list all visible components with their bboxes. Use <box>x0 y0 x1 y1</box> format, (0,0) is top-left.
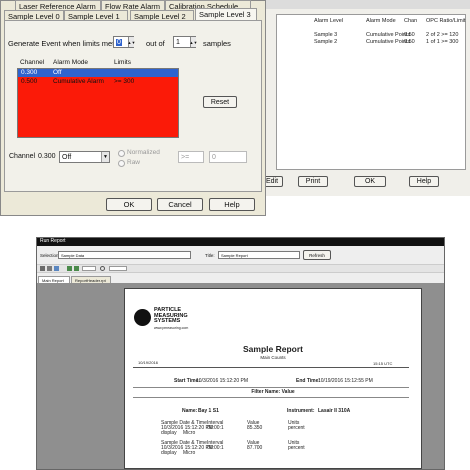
end-time-label: End Time: <box>296 378 321 384</box>
tab-sample-level-3[interactable]: Sample Level 3 <box>195 8 257 20</box>
row-1-channel: 0.300 <box>21 69 38 76</box>
list-window-titlebar <box>256 0 470 9</box>
raw-label: Raw <box>127 159 141 166</box>
samples-label: samples <box>203 39 231 48</box>
limit-input[interactable]: 0 <box>209 151 247 163</box>
name-value: Bay 1 S1 <box>198 408 219 414</box>
block-1-extra-b: Micro <box>183 430 196 436</box>
list-row-1-ratio: 2 of 2 >= 120 <box>426 32 459 38</box>
alarm-list-window: Alarm Level Alarm Mode Chan OPC Ratio/Li… <box>255 0 470 196</box>
block-2-units: percent <box>288 445 305 451</box>
list-ok-button[interactable]: OK <box>354 176 386 187</box>
samples-spinner[interactable]: ▲▼ <box>190 37 197 47</box>
report-title-value: Sample Report <box>221 252 248 258</box>
report-subtitle: Main Counts <box>260 355 286 360</box>
print-button[interactable]: Print <box>298 176 328 187</box>
instrument-value: Lasair II 310A <box>318 408 351 414</box>
event-count-value: 0 <box>116 38 122 46</box>
alarm-settings-dialog: Laser Reference Alarm Flow Rate Alarm Ca… <box>0 0 266 216</box>
tab-report-header[interactable]: ReportHeader.rpt <box>71 276 111 283</box>
reset-button[interactable]: Reset <box>203 96 237 108</box>
row-2-limit: >= 300 <box>114 78 135 85</box>
first-page-icon[interactable] <box>67 266 72 271</box>
page-field[interactable] <box>82 266 96 271</box>
operator-value: >= <box>181 153 190 161</box>
report-time: 15:15 UTC <box>373 361 393 366</box>
start-time-value: 10/3/2016 15:12:20 PM <box>196 378 248 384</box>
channel-row-selected[interactable] <box>18 69 178 77</box>
block-1-extra-a: display <box>161 430 177 436</box>
report-title-label: Title: <box>205 253 215 258</box>
channel-label: Channel <box>9 153 36 160</box>
chevron-down-icon[interactable]: ▼ <box>101 152 109 162</box>
report-divider-3 <box>133 397 409 398</box>
refresh-icon[interactable] <box>54 266 59 271</box>
export-icon[interactable] <box>40 266 45 271</box>
event-count-spinner[interactable]: ▲▼ <box>128 37 135 47</box>
refresh-button[interactable]: Refresh <box>303 250 331 260</box>
list-row-2-ratio: 1 of 1 >= 300 <box>426 39 459 45</box>
report-heading: Sample Report <box>243 344 303 354</box>
logo-text: PARTICLE MEASURING SYSTEMS <box>154 307 188 325</box>
zoom-field[interactable] <box>109 266 127 271</box>
report-divider-2 <box>133 387 409 388</box>
list-header-chan[interactable]: Chan <box>404 18 417 24</box>
list-header-level[interactable]: Alarm Level <box>314 18 343 24</box>
report-divider-1 <box>133 367 409 368</box>
logo-line-3: SYSTEMS <box>154 318 181 325</box>
header-limits: Limits <box>114 59 131 66</box>
header-alarm-mode: Alarm Mode <box>53 59 89 66</box>
normalized-radio[interactable] <box>118 150 125 157</box>
generate-event-label: Generate Event when limits met <box>8 39 115 48</box>
report-title-input[interactable]: Sample Report <box>218 251 300 259</box>
raw-radio[interactable] <box>118 160 125 167</box>
list-row-2-level[interactable]: Sample 2 <box>314 39 337 45</box>
alarm-mode-value: Off <box>62 153 72 161</box>
search-icon[interactable] <box>100 266 105 271</box>
normalized-label: Normalized <box>127 149 160 156</box>
print-icon[interactable] <box>47 266 52 271</box>
selection-select[interactable]: Sample Data <box>58 251 191 259</box>
pms-logo-icon <box>134 309 151 326</box>
ok-button[interactable]: OK <box>106 198 152 211</box>
block-1-units: percent <box>288 425 305 431</box>
selection-value: Sample Data <box>61 252 85 258</box>
row-2-channel: 0.500 <box>21 78 38 85</box>
row-2-mode: Cumulative Alarm <box>53 78 104 85</box>
list-help-button[interactable]: Help <box>409 176 439 187</box>
selection-label: Selection: <box>40 253 60 258</box>
block-2-value: 87.700 <box>247 445 263 451</box>
next-page-icon[interactable] <box>74 266 79 271</box>
limit-value: 0 <box>212 153 216 161</box>
report-titlebar <box>37 238 444 246</box>
list-header-mode[interactable]: Alarm Mode <box>366 18 396 24</box>
cancel-button[interactable]: Cancel <box>157 198 203 211</box>
filter-label: Filter Name: Value <box>251 389 295 395</box>
header-channel: Channel <box>20 59 45 66</box>
block-1-value: 85.350 <box>247 425 263 431</box>
report-toolbar <box>37 264 444 273</box>
row-1-mode: Off <box>53 69 62 76</box>
operator-select[interactable]: >= <box>178 151 204 163</box>
instrument-label: Instrument: <box>287 408 315 414</box>
list-row-2-chan: 0.50 <box>404 39 415 45</box>
out-of-label: out of <box>146 39 165 48</box>
report-date: 10/19/2016 <box>138 360 159 365</box>
block-2-extra-a: display <box>161 450 177 456</box>
logo-url: www.pmeasuring.com <box>154 326 189 330</box>
channel-value: 0.300 <box>38 153 56 160</box>
run-report-window: Run Report Selection: Sample Data Title:… <box>36 237 445 470</box>
name-label: Name: <box>182 408 198 414</box>
end-time-value: 10/19/2016 15:12:55 PM <box>318 378 373 384</box>
list-row-1-chan: 0.50 <box>404 32 415 38</box>
block-2-interval: 00:00:1 <box>207 445 224 451</box>
block-2-extra-b: Micro <box>183 450 196 456</box>
block-1-interval: 00:00:1 <box>207 425 224 431</box>
report-window-title: Run Report <box>40 238 66 244</box>
list-row-1-level[interactable]: Sample 3 <box>314 32 337 38</box>
tab-main-report[interactable]: Main Report <box>38 276 70 283</box>
list-header-ratio[interactable]: OPC Ratio/Limit <box>426 18 465 24</box>
help-button[interactable]: Help <box>209 198 255 211</box>
